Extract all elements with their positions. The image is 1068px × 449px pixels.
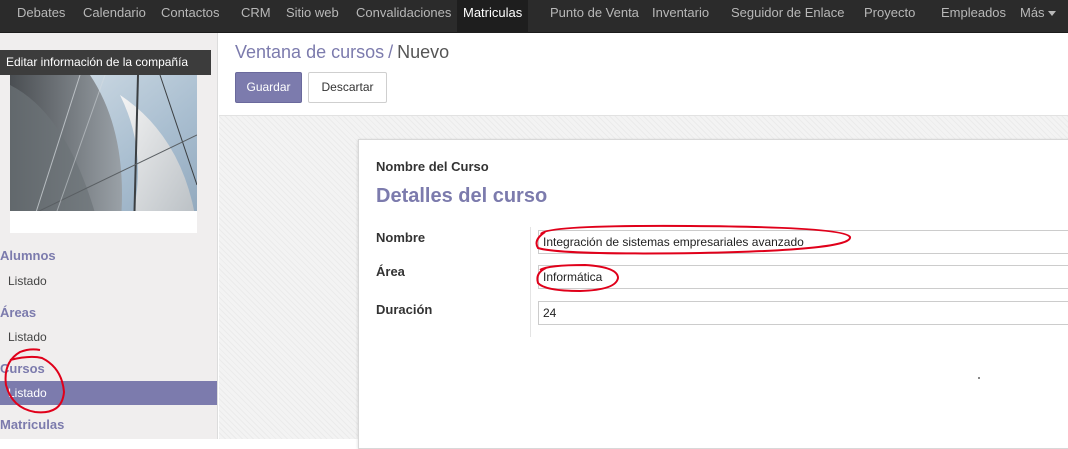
menu-inventario[interactable]: Inventario xyxy=(646,0,715,33)
save-button[interactable]: Guardar xyxy=(235,72,302,103)
menu-matriculas[interactable]: Matriculas xyxy=(457,0,529,33)
breadcrumb: Ventana de cursos / Nuevo xyxy=(235,42,449,63)
field-label-duracion: Duración xyxy=(376,302,433,317)
breadcrumb-separator: / xyxy=(388,42,394,62)
menu-proyecto[interactable]: Proyecto xyxy=(858,0,921,33)
menu-crm[interactable]: CRM xyxy=(235,0,277,33)
breadcrumb-parent-link[interactable]: Ventana de cursos xyxy=(235,42,384,62)
nav-section-matriculas: Matriculas xyxy=(0,417,65,432)
nav-item-cursos-listado[interactable]: Listado xyxy=(0,381,217,405)
breadcrumb-current: Nuevo xyxy=(397,42,450,62)
menu-mas[interactable]: Más xyxy=(1014,0,1062,33)
nav-section-cursos: Cursos xyxy=(0,361,45,376)
menu-punto-de-venta[interactable]: Punto de Venta xyxy=(544,0,645,33)
nav-section-areas: Áreas xyxy=(0,305,37,320)
field-separator xyxy=(530,227,531,337)
menu-calendario[interactable]: Calendario xyxy=(77,0,152,33)
duracion-input[interactable]: 24 xyxy=(538,301,1068,325)
menu-contactos[interactable]: Contactos xyxy=(155,0,226,33)
nav-section-alumnos: Alumnos xyxy=(0,248,56,263)
menu-empleados[interactable]: Empleados xyxy=(935,0,1012,33)
course-name-label: Nombre del Curso xyxy=(376,159,489,174)
top-menu-bar: Debates Calendario Contactos CRM Sitio w… xyxy=(0,0,1068,33)
chevron-down-icon xyxy=(1047,11,1056,16)
nombre-input[interactable]: Integración de sistemas empresariales av… xyxy=(538,230,1068,254)
stray-dot xyxy=(978,377,980,379)
sidebar: Editar información de la compañía Alumno… xyxy=(0,33,218,439)
menu-convalidaciones[interactable]: Convalidaciones xyxy=(350,0,457,33)
menu-debates[interactable]: Debates xyxy=(11,0,71,33)
discard-button[interactable]: Descartar xyxy=(308,72,387,103)
company-logo[interactable] xyxy=(10,75,197,231)
field-label-area: Área xyxy=(376,264,405,279)
menu-mas-label: Más xyxy=(1020,5,1045,20)
area-select[interactable]: Informática xyxy=(538,265,1068,289)
nav-item-alumnos-listado[interactable]: Listado xyxy=(0,269,217,293)
sailboat-logo-image xyxy=(10,75,197,231)
edit-company-button[interactable]: Editar información de la compañía xyxy=(0,50,211,75)
form-title: Detalles del curso xyxy=(376,185,548,207)
nav-item-areas-listado[interactable]: Listado xyxy=(0,325,217,349)
logo-footer xyxy=(10,211,197,233)
menu-sitio-web[interactable]: Sitio web xyxy=(280,0,345,33)
field-label-nombre: Nombre xyxy=(376,230,426,245)
menu-seguidor-de-enlace[interactable]: Seguidor de Enlace xyxy=(725,0,850,33)
